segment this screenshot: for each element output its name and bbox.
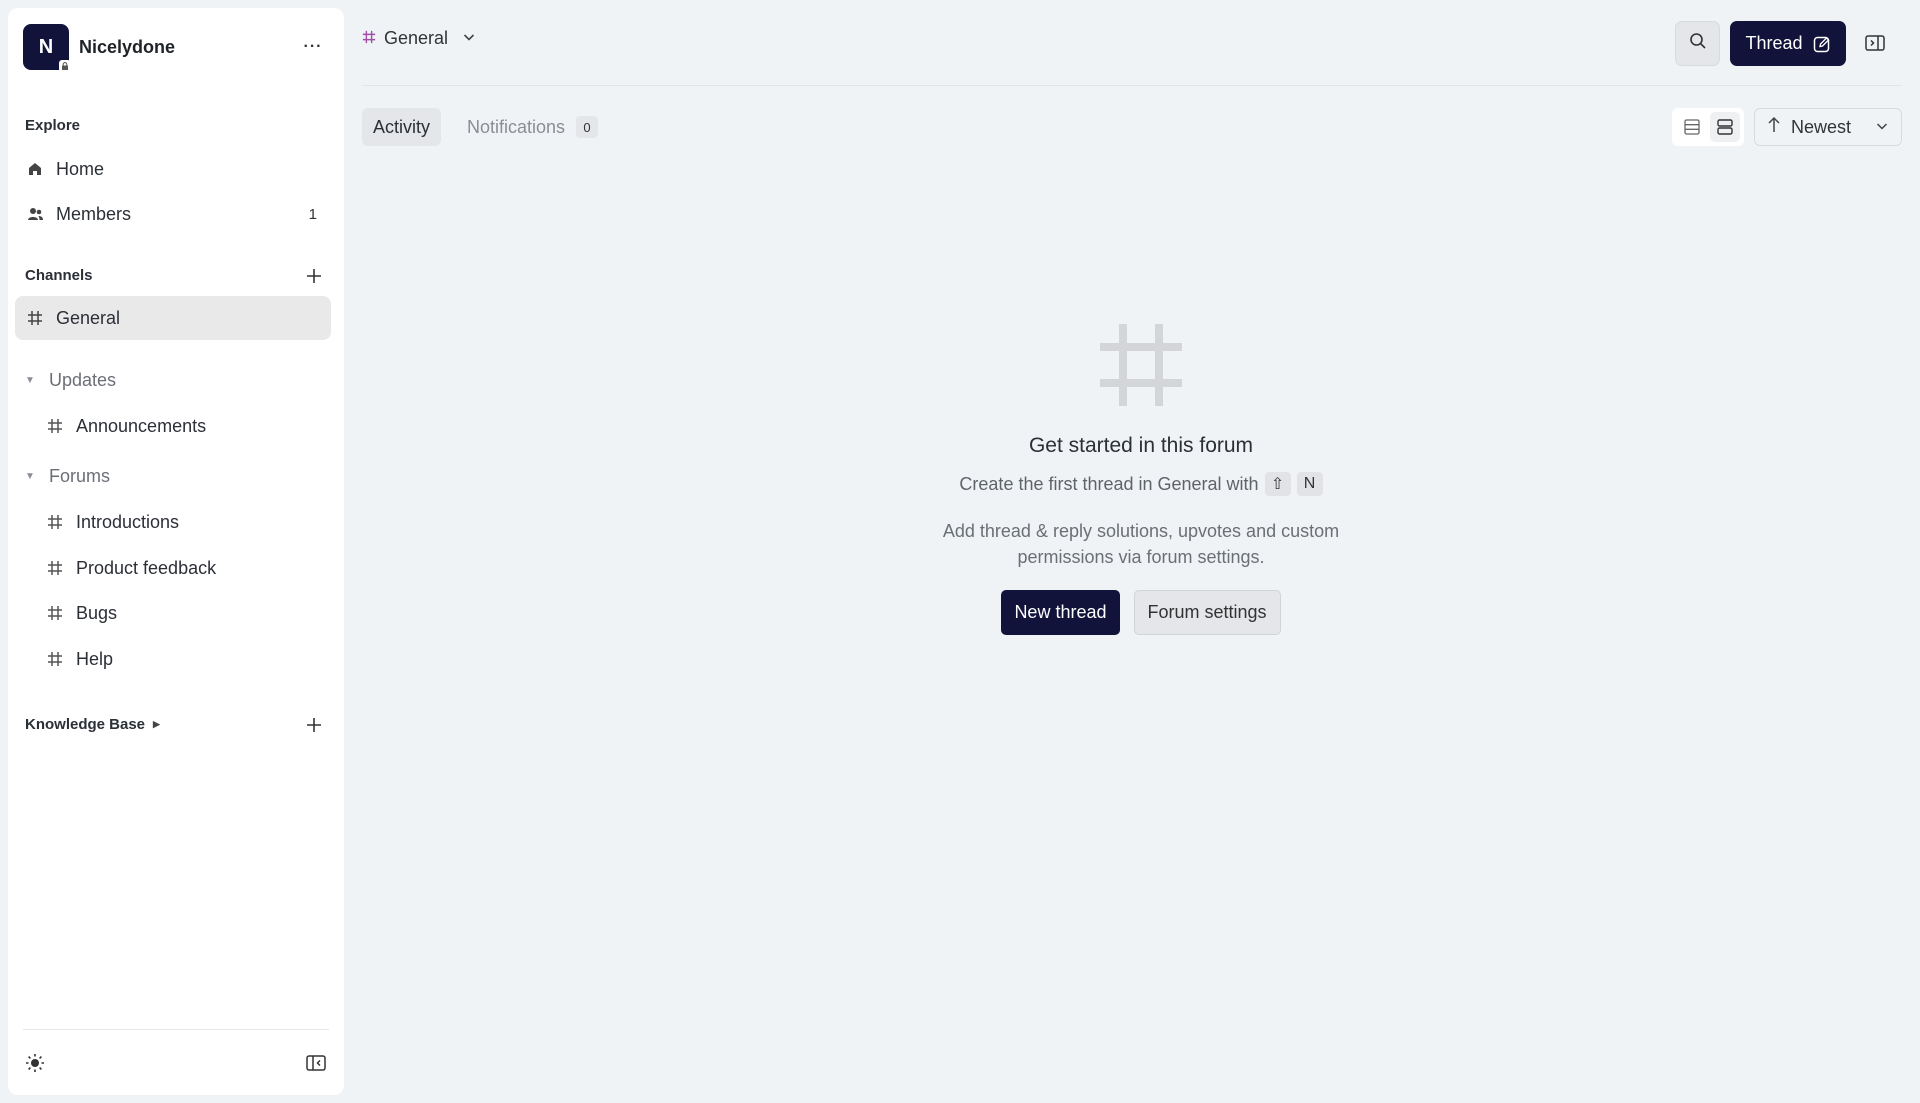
tab-activity[interactable]: Activity	[362, 108, 442, 146]
card-view-icon[interactable]	[1709, 112, 1740, 142]
sidebar-item-general[interactable]: General	[15, 296, 331, 340]
hash-icon	[46, 417, 64, 435]
caret-down-icon: ▼	[25, 374, 35, 386]
compose-icon	[1813, 35, 1831, 53]
members-icon	[26, 205, 44, 223]
hash-icon	[46, 559, 64, 577]
search-icon	[1689, 32, 1707, 55]
main-content: General Thread Activity Notifications 0	[362, 0, 1920, 1103]
sidebar-item-product-feedback[interactable]: Product feedback	[15, 546, 331, 590]
explore-section-label: Explore	[25, 117, 81, 134]
sidebar-item-label: Bugs	[76, 602, 118, 623]
home-icon	[26, 160, 44, 178]
caret-right-icon: ▶	[153, 719, 160, 729]
channel-switcher[interactable]: General	[362, 28, 476, 49]
top-bar: General Thread	[362, 0, 1902, 86]
chevron-down-icon	[462, 28, 476, 49]
tab-label: Notifications	[467, 116, 566, 137]
sidebar-item-label: Home	[56, 158, 105, 179]
sidebar-item-members[interactable]: Members 1	[15, 192, 331, 236]
toggle-panel-icon[interactable]	[1862, 30, 1888, 56]
channels-section-label: Channels	[25, 267, 93, 284]
sidebar: N Nicelydone ··· Explore Home Members 1 …	[8, 8, 344, 1095]
more-options-icon[interactable]: ···	[297, 31, 329, 63]
list-view-icon[interactable]	[1677, 112, 1707, 142]
notifications-count-badge: 0	[576, 116, 599, 138]
sidebar-item-label: Members	[56, 203, 132, 224]
workspace-avatar[interactable]: N	[23, 24, 71, 72]
sidebar-item-label: Announcements	[76, 415, 207, 436]
workspace-initial: N	[38, 35, 54, 58]
new-thread-button[interactable]: New thread	[1001, 590, 1120, 635]
hash-icon	[46, 513, 64, 531]
empty-state-actions: New thread Forum settings	[1001, 590, 1281, 635]
sidebar-item-label: Help	[76, 648, 114, 669]
group-label: Updates	[49, 369, 117, 390]
group-forums[interactable]: ▼ Forums	[25, 461, 110, 491]
shortcut-line-text: Create the first thread in General with	[959, 473, 1259, 494]
sidebar-item-label: Product feedback	[76, 557, 217, 578]
sort-dropdown[interactable]: Newest	[1754, 108, 1902, 146]
group-updates[interactable]: ▼ Updates	[25, 365, 116, 395]
search-button[interactable]	[1675, 21, 1720, 66]
sidebar-item-introductions[interactable]: Introductions	[15, 500, 331, 544]
theme-toggle-sun-icon[interactable]	[23, 1051, 47, 1075]
shift-key-icon: ⇧	[1264, 472, 1291, 496]
empty-state-description: Add thread & reply solutions, upvotes an…	[942, 521, 1340, 567]
view-mode-toggle	[1672, 108, 1744, 146]
sidebar-item-home[interactable]: Home	[15, 147, 331, 191]
empty-state-shortcut-line: Create the first thread in General with …	[959, 472, 1323, 496]
channel-hash-icon	[362, 28, 376, 49]
hash-icon	[26, 309, 44, 327]
sidebar-item-bugs[interactable]: Bugs	[15, 591, 331, 635]
workspace-header[interactable]: N Nicelydone ···	[23, 23, 329, 72]
hash-icon	[46, 650, 64, 668]
thread-button-label: Thread	[1745, 33, 1803, 53]
chevron-down-icon	[1875, 117, 1889, 138]
large-hash-icon	[1096, 320, 1186, 410]
empty-state-title: Get started in this forum	[1028, 434, 1254, 457]
workspace-name: Nicelydone	[79, 36, 176, 57]
forum-settings-button[interactable]: Forum settings	[1133, 590, 1281, 635]
collapse-sidebar-icon[interactable]	[304, 1051, 328, 1075]
n-key: N	[1296, 472, 1323, 496]
sidebar-item-announcements[interactable]: Announcements	[15, 404, 331, 448]
tab-notifications[interactable]: Notifications 0	[467, 108, 599, 146]
sidebar-item-label: General	[56, 307, 121, 328]
members-count: 1	[308, 205, 317, 223]
empty-state: Get started in this forum Create the fir…	[362, 320, 1920, 635]
lock-icon	[59, 60, 71, 72]
hash-icon	[46, 604, 64, 622]
caret-down-icon: ▼	[25, 470, 35, 482]
sort-label: Newest	[1791, 116, 1852, 137]
group-label: Forums	[49, 465, 111, 486]
channel-name: General	[384, 28, 449, 48]
knowledge-base-label: Knowledge Base	[25, 716, 146, 733]
arrow-up-icon	[1767, 116, 1781, 139]
sidebar-item-label: Introductions	[76, 511, 180, 532]
knowledge-base-section[interactable]: Knowledge Base ▶	[25, 716, 160, 733]
sidebar-item-help[interactable]: Help	[15, 637, 331, 681]
sidebar-divider	[23, 1029, 329, 1030]
add-knowledge-base-icon[interactable]	[302, 713, 326, 737]
new-thread-header-button[interactable]: Thread	[1730, 21, 1846, 66]
add-channel-icon[interactable]	[302, 264, 326, 288]
